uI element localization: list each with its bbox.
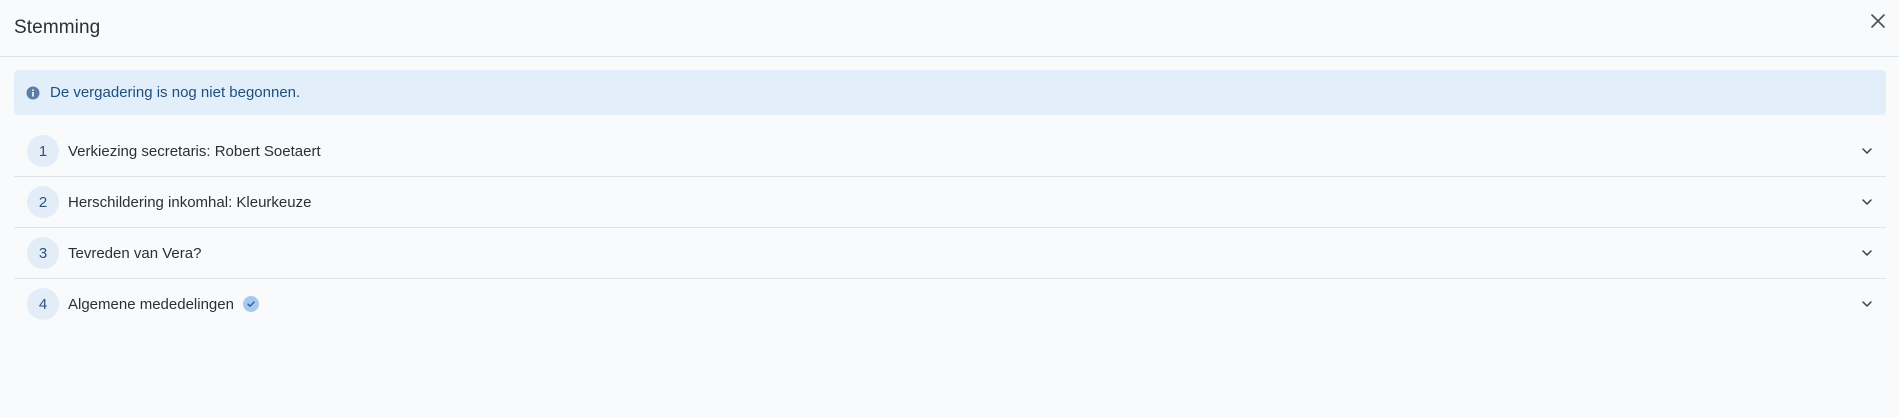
- info-alert: De vergadering is nog niet begonnen.: [14, 70, 1886, 115]
- item-label: Verkiezing secretaris: Robert Soetaert: [68, 142, 321, 160]
- panel-header: Stemming: [0, 0, 1899, 57]
- agenda-item[interactable]: 3 Tevreden van Vera?: [14, 228, 1886, 279]
- item-label: Algemene mededelingen: [68, 295, 234, 313]
- agenda-item[interactable]: 1 Verkiezing secretaris: Robert Soetaert: [14, 126, 1886, 177]
- item-number-badge: 2: [27, 186, 59, 218]
- item-number-badge: 4: [27, 288, 59, 320]
- item-label: Herschildering inkomhal: Kleurkeuze: [68, 193, 312, 211]
- info-icon: [26, 86, 40, 100]
- close-button[interactable]: [1867, 10, 1889, 32]
- alert-message: De vergadering is nog niet begonnen.: [50, 84, 301, 101]
- chevron-down-icon[interactable]: [1860, 144, 1874, 158]
- check-circle-icon: [242, 296, 259, 312]
- item-label: Tevreden van Vera?: [68, 244, 202, 262]
- chevron-down-icon[interactable]: [1860, 195, 1874, 209]
- item-number-badge: 1: [27, 135, 59, 167]
- voting-panel: Stemming De vergadering is nog niet bego…: [0, 0, 1899, 417]
- agenda-item[interactable]: 4 Algemene mededelingen: [14, 279, 1886, 329]
- close-icon: [1871, 14, 1885, 28]
- chevron-down-icon[interactable]: [1860, 246, 1874, 260]
- agenda-list: 1 Verkiezing secretaris: Robert Soetaert…: [14, 126, 1886, 329]
- chevron-down-icon[interactable]: [1860, 297, 1874, 311]
- agenda-item[interactable]: 2 Herschildering inkomhal: Kleurkeuze: [14, 177, 1886, 228]
- page-title: Stemming: [14, 17, 101, 38]
- item-number-badge: 3: [27, 237, 59, 269]
